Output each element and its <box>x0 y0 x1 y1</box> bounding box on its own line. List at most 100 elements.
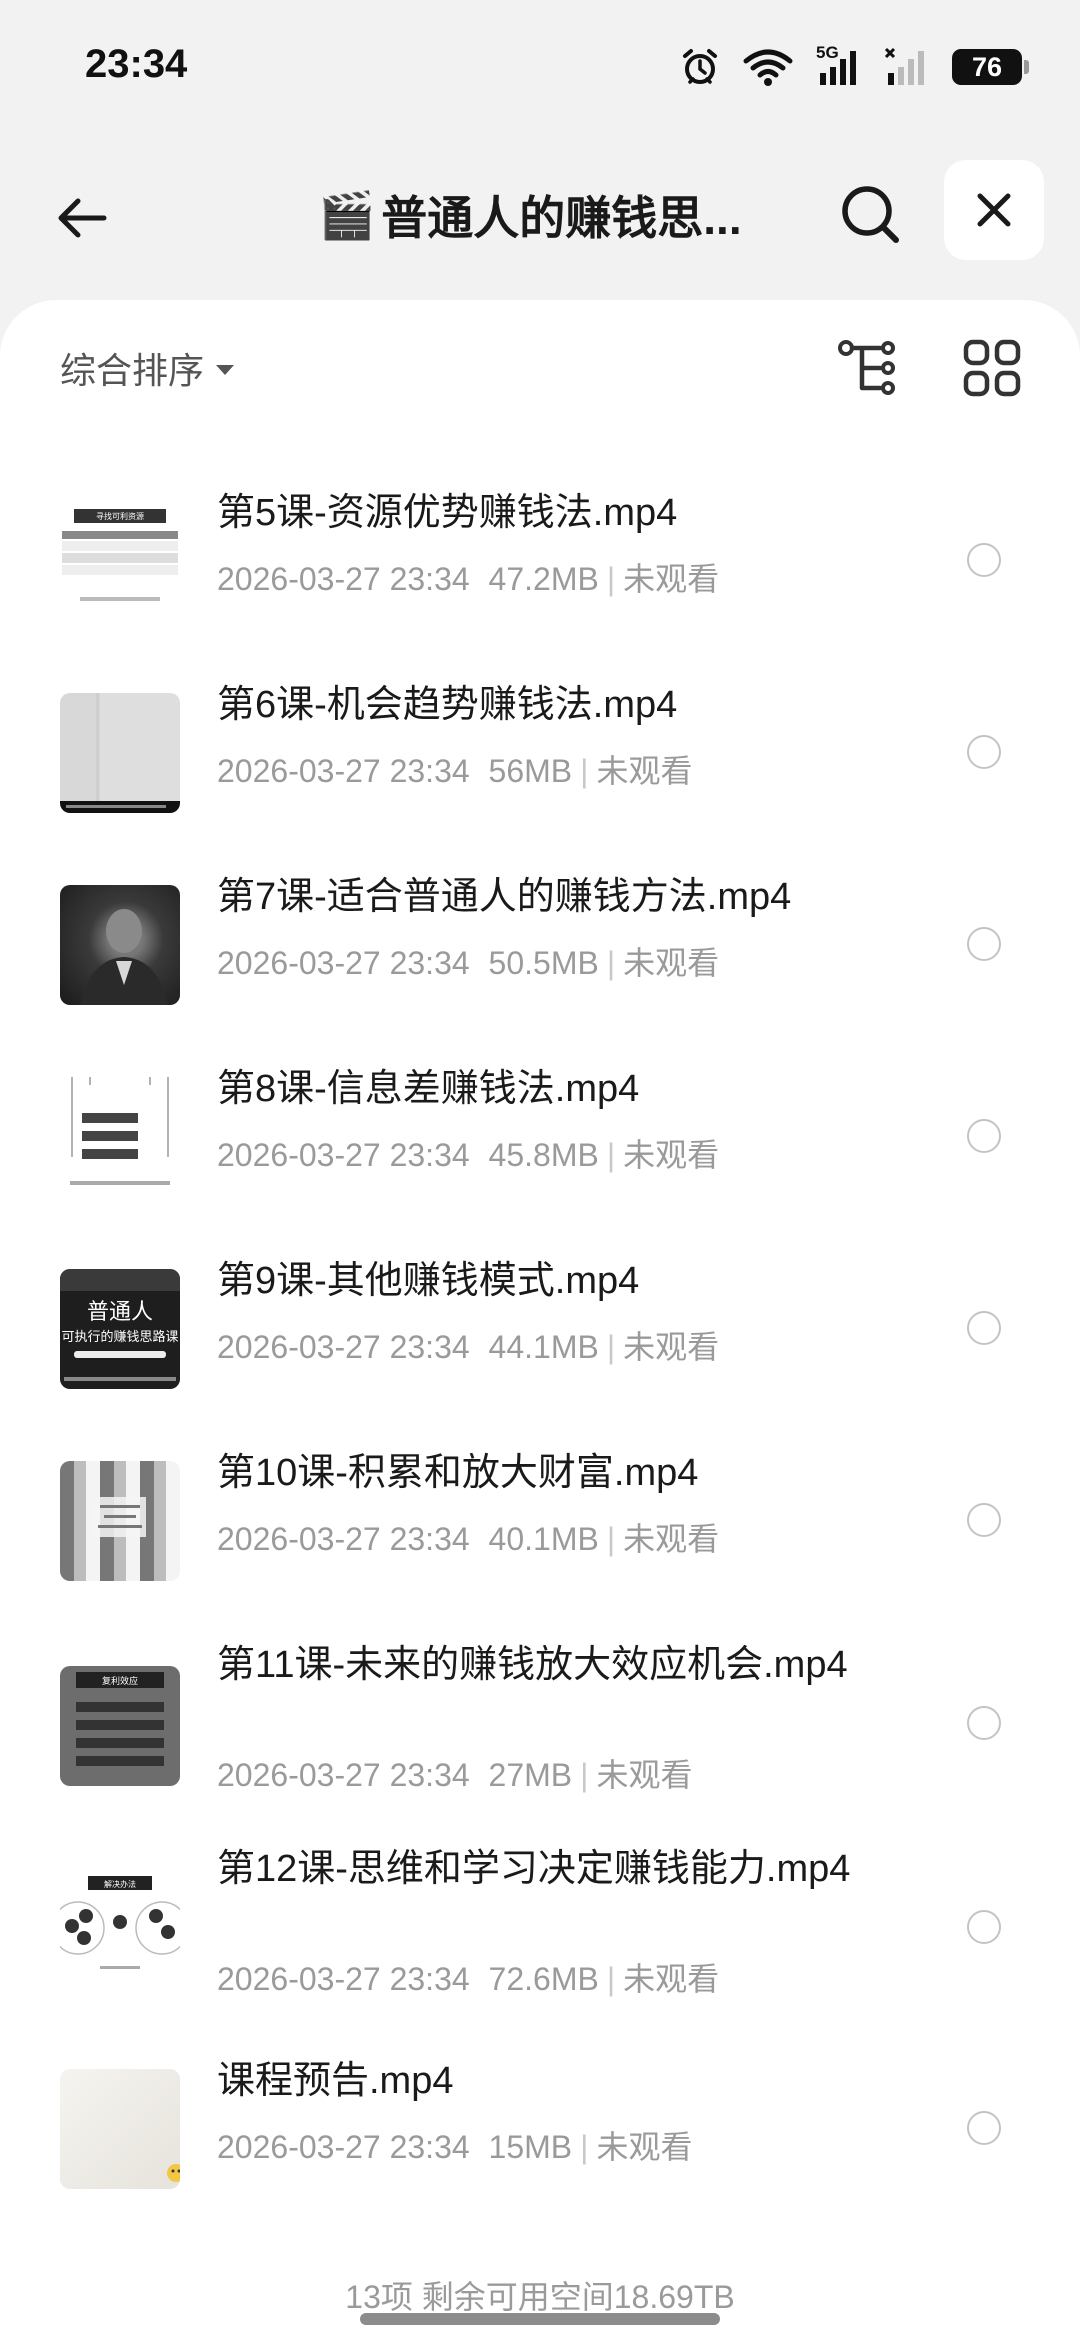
file-meta: 2026-03-27 23:34 50.5MB | 未观看 <box>217 938 719 984</box>
header: 🎬 普通人的赚钱思... <box>0 150 1080 280</box>
watch-status: 未观看 <box>623 1961 720 1997</box>
page-title-text: 普通人的赚钱思... <box>381 192 742 244</box>
meta-divider: | <box>606 1521 616 1557</box>
file-date: 2026-03-27 23:34 <box>217 945 470 981</box>
file-item[interactable]: 课程预告.mp4 2026-03-27 23:34 15MB | 未观看 <box>0 2038 1080 2230</box>
file-size: 47.2MB <box>488 561 599 597</box>
select-radio[interactable] <box>967 1503 1001 1537</box>
file-size: 56MB <box>488 753 573 789</box>
watch-status: 未观看 <box>623 1137 720 1173</box>
file-name: 第7课-适合普通人的赚钱方法.mp4 <box>217 876 792 918</box>
file-item[interactable]: 复利效应 第11课-未来的赚钱放大效应机会.mp4 2026-03-27 23:… <box>0 1622 1080 1826</box>
page-title: 🎬 普通人的赚钱思... <box>318 180 758 250</box>
meta-divider: | <box>580 2129 589 2165</box>
file-meta: 2026-03-27 23:34 47.2MB | 未观看 <box>217 554 719 600</box>
file-date: 2026-03-27 23:34 <box>217 1137 470 1173</box>
status-bar: 23:34 5G 76 <box>0 0 1080 140</box>
file-meta: 2026-03-27 23:34 56MB | 未观看 <box>217 746 692 792</box>
video-thumbnail: 普通人 可执行的赚钱思路课 <box>60 1269 180 1389</box>
file-meta: 2026-03-27 23:34 45.8MB | 未观看 <box>217 1130 719 1176</box>
status-icons: 5G 76 <box>680 43 1029 90</box>
file-meta: 2026-03-27 23:34 44.1MB | 未观看 <box>217 1322 719 1368</box>
watch-status: 未观看 <box>596 753 693 789</box>
file-panel: 综合排序 寻找可利资源 第5课-资源优势赚钱法.mp4 2026-03-27 2… <box>0 300 1080 2344</box>
watch-status: 未观看 <box>623 1329 720 1365</box>
file-meta: 2026-03-27 23:34 27MB | 未观看 <box>217 1750 692 1796</box>
sort-dropdown[interactable]: 综合排序 <box>60 342 235 394</box>
thumb-title: 普通人 <box>87 1300 153 1325</box>
meta-divider: | <box>606 1961 616 1997</box>
meta-divider: | <box>606 945 616 981</box>
select-radio[interactable] <box>967 927 1001 961</box>
video-thumbnail <box>60 693 180 813</box>
watch-status: 未观看 <box>623 1521 720 1557</box>
status-time: 23:34 <box>85 42 188 86</box>
file-size: 50.5MB <box>488 945 599 981</box>
file-name: 第11课-未来的赚钱放大效应机会.mp4 <box>217 1644 848 1686</box>
file-name: 第12课-思维和学习决定赚钱能力.mp4 <box>217 1848 851 1890</box>
video-thumbnail <box>60 1461 180 1581</box>
signal-5g-icon: 5G <box>816 43 862 87</box>
file-item[interactable]: 第7课-适合普通人的赚钱方法.mp4 2026-03-27 23:34 50.5… <box>0 854 1080 1046</box>
file-item[interactable]: 解决办法 第12课-思维和学习决定赚钱能力.mp4 2026-03-27 23:… <box>0 1826 1080 2030</box>
signal-weak-icon <box>884 47 924 85</box>
wifi-icon <box>743 49 793 86</box>
battery-icon: 76 <box>952 49 1029 85</box>
tree-view-button[interactable] <box>836 336 900 400</box>
select-radio[interactable] <box>967 1119 1001 1153</box>
video-thumbnail: 解决办法 <box>60 1870 180 1990</box>
file-name: 第10课-积累和放大财富.mp4 <box>217 1452 699 1494</box>
watch-status: 未观看 <box>596 1757 693 1793</box>
watch-status: 未观看 <box>623 561 720 597</box>
storage-summary: 13项 剩余可用空间18.69TB <box>345 2279 735 2312</box>
file-meta: 2026-03-27 23:34 72.6MB | 未观看 <box>217 1954 719 2000</box>
file-item[interactable]: 第8课-信息差赚钱法.mp4 2026-03-27 23:34 45.8MB | 未… <box>0 1046 1080 1238</box>
video-thumbnail <box>60 1077 180 1197</box>
list-toolbar: 综合排序 <box>0 300 1080 430</box>
file-size: 40.1MB <box>488 1521 599 1557</box>
select-radio[interactable] <box>967 1910 1001 1944</box>
file-date: 2026-03-27 23:34 <box>217 2129 470 2165</box>
caret-down-icon <box>216 365 235 375</box>
file-name: 第9课-其他赚钱模式.mp4 <box>217 1260 640 1302</box>
file-item[interactable]: 第6课-机会趋势赚钱法.mp4 2026-03-27 23:34 56MB | 未观… <box>0 662 1080 854</box>
file-date: 2026-03-27 23:34 <box>217 1521 470 1557</box>
file-name: 第8课-信息差赚钱法.mp4 <box>217 1068 640 1110</box>
select-radio[interactable] <box>967 543 1001 577</box>
watch-status: 未观看 <box>596 2129 693 2165</box>
close-button[interactable] <box>944 160 1044 260</box>
search-icon <box>842 186 899 243</box>
file-date: 2026-03-27 23:34 <box>217 1757 470 1793</box>
file-item[interactable]: 普通人 可执行的赚钱思路课 第9课-其他赚钱模式.mp4 2026-03-27 … <box>0 1238 1080 1430</box>
file-meta: 2026-03-27 23:34 15MB | 未观看 <box>217 2122 692 2168</box>
file-date: 2026-03-27 23:34 <box>217 561 470 597</box>
clapper-icon: 🎬 <box>318 188 376 241</box>
file-item[interactable]: 第10课-积累和放大财富.mp4 2026-03-27 23:34 40.1MB… <box>0 1430 1080 1622</box>
sort-label: 综合排序 <box>60 350 205 391</box>
file-size: 45.8MB <box>488 1137 599 1173</box>
home-indicator[interactable] <box>360 2313 720 2325</box>
file-size: 72.6MB <box>488 1961 599 1997</box>
file-date: 2026-03-27 23:34 <box>217 1961 470 1997</box>
meta-divider: | <box>580 753 589 789</box>
back-button[interactable] <box>42 178 122 258</box>
video-thumbnail: 寻找可利资源 <box>60 501 180 621</box>
select-radio[interactable] <box>967 735 1001 769</box>
meta-divider: | <box>580 1757 589 1793</box>
meta-divider: | <box>606 1329 616 1365</box>
select-radio[interactable] <box>967 1311 1001 1345</box>
grid-view-button[interactable] <box>960 336 1024 400</box>
file-size: 44.1MB <box>488 1329 599 1365</box>
file-item[interactable]: 寻找可利资源 第5课-资源优势赚钱法.mp4 2026-03-27 23:34 … <box>0 470 1080 662</box>
file-date: 2026-03-27 23:34 <box>217 1329 470 1365</box>
meta-divider: | <box>606 1137 616 1173</box>
search-button[interactable] <box>830 174 910 254</box>
select-radio[interactable] <box>967 2111 1001 2145</box>
file-date: 2026-03-27 23:34 <box>217 753 470 789</box>
select-radio[interactable] <box>967 1706 1001 1740</box>
tree-view-icon <box>838 340 895 395</box>
thumb-caption: 寻找可利资源 <box>96 511 144 521</box>
file-size: 27MB <box>488 1757 573 1793</box>
file-size: 15MB <box>488 2129 573 2165</box>
file-name: 课程预告.mp4 <box>217 2060 454 2102</box>
